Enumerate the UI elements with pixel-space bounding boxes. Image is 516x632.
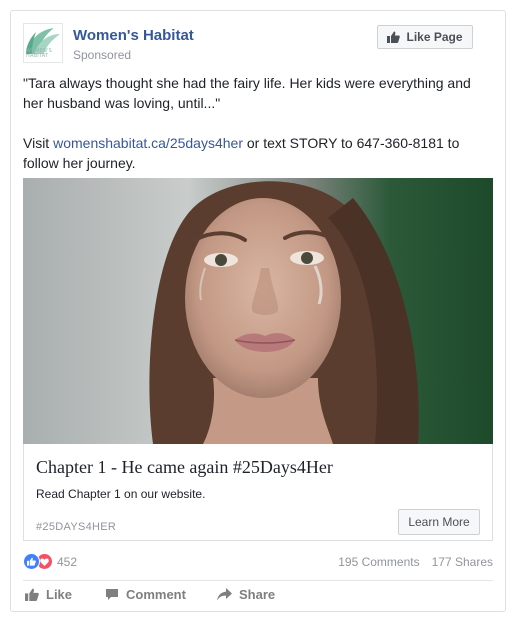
learn-more-button[interactable]: Learn More [398, 509, 480, 535]
post-cta-text: Visit womenshabitat.ca/25days4her or tex… [23, 135, 460, 171]
preview-hashtag: #25DAYS4HER [36, 521, 117, 533]
preview-title[interactable]: Chapter 1 - He came again #25Days4Her [36, 457, 333, 478]
post-header: WOMEN'S HABITAT Women's Habitat Sponsore… [23, 23, 493, 67]
post-image[interactable] [23, 178, 493, 444]
comments-count-link[interactable]: 195 Comments [338, 555, 419, 569]
comment-label: Comment [126, 587, 186, 602]
thumbs-up-icon [25, 588, 39, 601]
comment-button[interactable]: Comment [105, 587, 186, 602]
post-quote: "Tara always thought she had the fairy l… [23, 75, 471, 111]
share-button[interactable]: Share [217, 587, 275, 602]
post-stats: 452 195 Comments 177 Shares [23, 551, 493, 573]
like-page-label: Like Page [406, 30, 463, 44]
page-avatar[interactable]: WOMEN'S HABITAT [23, 23, 63, 63]
thumbs-up-icon [387, 31, 401, 43]
like-reaction-icon [23, 553, 40, 570]
shares-count-link[interactable]: 177 Shares [432, 555, 493, 569]
woman-crying-photo [23, 178, 493, 444]
like-button[interactable]: Like [25, 587, 72, 602]
post-actions: Like Comment Share [23, 585, 493, 607]
share-label: Share [239, 587, 276, 602]
page-name-link[interactable]: Women's Habitat [73, 27, 194, 44]
sponsored-label[interactable]: Sponsored [73, 48, 131, 62]
link-preview[interactable]: Chapter 1 - He came again #25Days4Her Re… [23, 444, 493, 541]
reaction-count: 452 [57, 554, 78, 569]
like-label: Like [46, 587, 73, 602]
actions-divider [23, 580, 493, 581]
sponsored-post-card: WOMEN'S HABITAT Women's Habitat Sponsore… [10, 10, 506, 612]
post-message: "Tara always thought she had the fairy l… [23, 73, 493, 173]
avatar-logo-text: WOMEN'S HABITAT [26, 48, 53, 59]
speech-bubble-icon [106, 589, 118, 600]
preview-description: Read Chapter 1 on our website. [36, 487, 206, 501]
reactions-summary[interactable]: 452 [23, 553, 77, 570]
share-arrow-icon [217, 588, 232, 601]
like-page-button[interactable]: Like Page [377, 25, 473, 49]
post-url-link[interactable]: womenshabitat.ca/25days4her [53, 135, 243, 151]
engagement-counts: 195 Comments 177 Shares [338, 555, 493, 569]
